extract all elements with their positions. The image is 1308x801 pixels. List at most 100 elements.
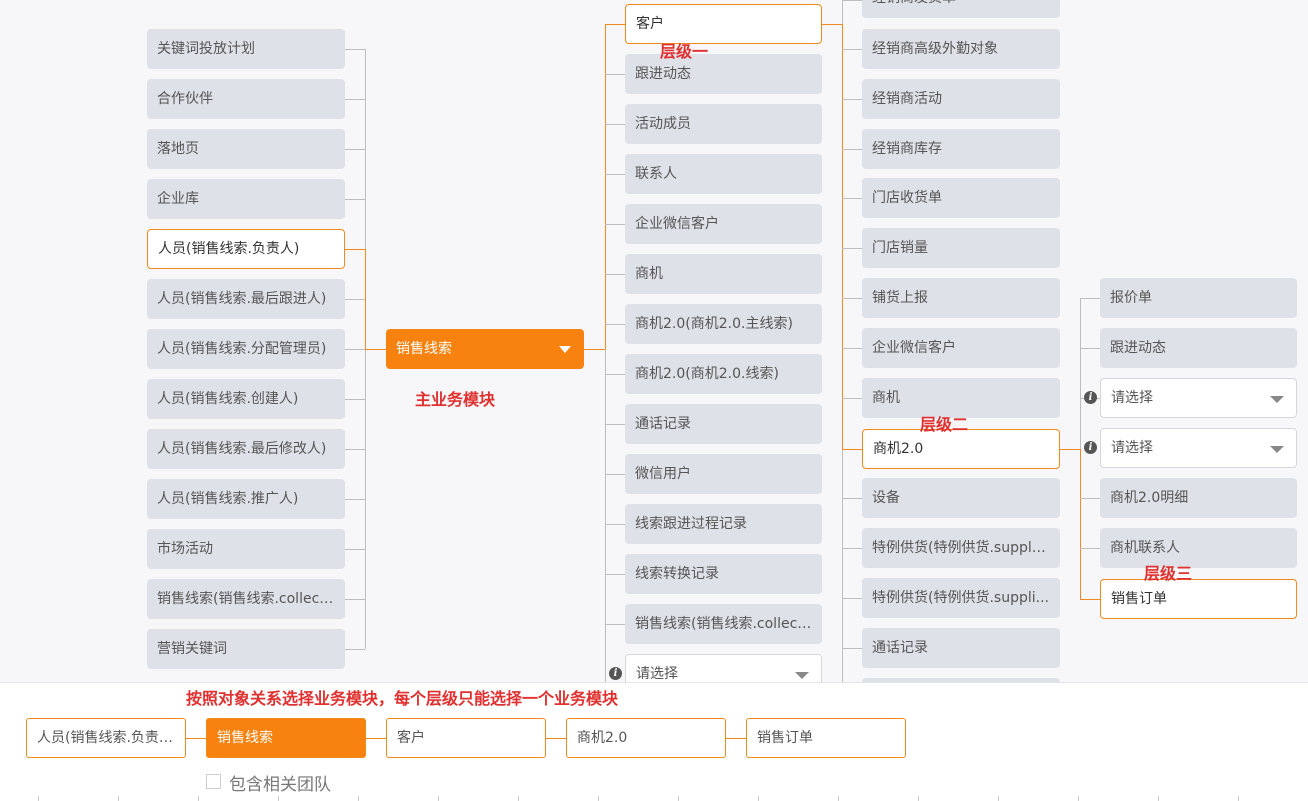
level1-to-level2-connector: [822, 24, 842, 25]
level1-node[interactable]: 联系人: [625, 154, 822, 194]
left-node[interactable]: 人员(销售线索.分配管理员): [147, 329, 345, 369]
left-node[interactable]: 企业库: [147, 179, 345, 219]
annotation-main-module: 主业务模块: [415, 390, 496, 409]
left-node-selected[interactable]: 人员(销售线索.负责人): [147, 229, 345, 269]
level2-node-selected[interactable]: 商机2.0: [862, 429, 1060, 469]
level2-node[interactable]: 经销商高级外勤对象: [862, 29, 1060, 69]
level1-connector: [605, 524, 625, 525]
level1-select[interactable]: 请选择: [625, 654, 822, 682]
caret-down-icon: [559, 346, 571, 353]
left-node[interactable]: 人员(销售线索.最后修改人): [147, 429, 345, 469]
level1-connector: [605, 424, 625, 425]
level1-selected-trunk: [605, 24, 606, 349]
level2-node[interactable]: 经销商活动: [862, 79, 1060, 119]
level3-select[interactable]: 请选择: [1100, 378, 1297, 418]
level1-connector: [605, 74, 625, 75]
level2-connector: [842, 548, 862, 549]
path-chip-active[interactable]: 销售线索: [206, 718, 366, 758]
path-chip[interactable]: 商机2.0: [566, 718, 726, 758]
level1-node-selected[interactable]: 客户: [625, 4, 822, 44]
path-chip[interactable]: 销售订单: [746, 718, 906, 758]
relation-canvas: 关键词投放计划 合作伙伴 落地页 企业库 人员(销售线索.负责人) 人员(销售线…: [0, 0, 1308, 682]
level2-node[interactable]: 企业微信客户: [862, 328, 1060, 368]
level1-node[interactable]: 商机: [625, 254, 822, 294]
main-module-select[interactable]: 销售线索: [386, 329, 584, 369]
level1-node[interactable]: 商机2.0(商机2.0.线索): [625, 354, 822, 394]
level3-select-placeholder: 请选择: [1111, 390, 1153, 406]
selection-path-panel: 按照对象关系选择业务模块，每个层级只能选择一个业务模块 人员(销售线索.负责人)…: [0, 682, 1308, 801]
caret-down-icon: [1270, 396, 1284, 403]
left-node[interactable]: 人员(销售线索.推广人): [147, 479, 345, 519]
left-node[interactable]: 合作伙伴: [147, 79, 345, 119]
left-node[interactable]: 市场活动: [147, 529, 345, 569]
level3-node[interactable]: 跟进动态: [1100, 328, 1297, 368]
path-connector: [366, 738, 386, 739]
main-to-level1-connector: [584, 349, 605, 350]
left-node[interactable]: 落地页: [147, 129, 345, 169]
level2-node[interactable]: 特例供货(特例供货.suppli...: [862, 578, 1060, 618]
level2-connector: [842, 348, 862, 349]
info-icon[interactable]: i: [609, 667, 622, 680]
level1-node[interactable]: 企业微信客户: [625, 204, 822, 244]
level3-select[interactable]: 请选择: [1100, 428, 1297, 468]
level2-to-level3-connector: [1060, 449, 1080, 450]
level2-node[interactable]: 通话记录: [862, 628, 1060, 668]
level2-connector: [842, 598, 862, 599]
level1-node[interactable]: 销售线索(销售线索.collect...: [625, 604, 822, 644]
level2-node[interactable]: 设备: [862, 478, 1060, 518]
annotation-instruction: 按照对象关系选择业务模块，每个层级只能选择一个业务模块: [186, 689, 619, 708]
level3-selected-connector: [1080, 599, 1100, 600]
level2-node[interactable]: 门店销量: [862, 228, 1060, 268]
level2-node[interactable]: 铺货上报: [862, 278, 1060, 318]
left-connector: [345, 49, 365, 50]
level1-node[interactable]: 微信用户: [625, 454, 822, 494]
level1-node[interactable]: 通话记录: [625, 404, 822, 444]
left-connector: [345, 299, 365, 300]
level1-connector: [605, 124, 625, 125]
level1-node[interactable]: 活动成员: [625, 104, 822, 144]
level1-node[interactable]: 线索跟进过程记录: [625, 504, 822, 544]
level3-node[interactable]: 商机联系人: [1100, 528, 1297, 568]
level2-connector: [842, 248, 862, 249]
bottom-ruler: [0, 796, 1308, 801]
path-connector: [546, 738, 566, 739]
level2-connector: [842, 498, 862, 499]
left-node[interactable]: 销售线索(销售线索.collect...: [147, 579, 345, 619]
level3-node[interactable]: 报价单: [1100, 278, 1297, 318]
path-chip[interactable]: 客户: [386, 718, 546, 758]
level2-connector: [842, 49, 862, 50]
info-icon[interactable]: i: [1084, 441, 1097, 454]
level2-node[interactable]: 特例供货(特例供货.supply...: [862, 528, 1060, 568]
level2-node[interactable]: 门店收货单: [862, 178, 1060, 218]
path-chip[interactable]: 人员(销售线索.负责人): [26, 718, 186, 758]
left-connector: [345, 549, 365, 550]
left-node[interactable]: 营销关键词: [147, 629, 345, 669]
level2-connector: [842, 198, 862, 199]
path-connector: [186, 738, 206, 739]
left-connector: [345, 99, 365, 100]
left-node[interactable]: 人员(销售线索.创建人): [147, 379, 345, 419]
level2-node[interactable]: 经销商库存: [862, 129, 1060, 169]
level3-node[interactable]: 商机2.0明细: [1100, 478, 1297, 518]
level2-connector: [842, 298, 862, 299]
info-icon[interactable]: i: [1084, 391, 1097, 404]
left-node[interactable]: 人员(销售线索.最后跟进人): [147, 279, 345, 319]
level1-selected-connector: [605, 24, 625, 25]
level1-node[interactable]: 跟进动态: [625, 54, 822, 94]
level2-connector: [842, 99, 862, 100]
include-team-checkbox[interactable]: [206, 774, 221, 789]
left-connector: [345, 349, 365, 350]
level2-connector: [842, 149, 862, 150]
level1-node[interactable]: 商机2.0(商机2.0.主线索): [625, 304, 822, 344]
left-node[interactable]: 关键词投放计划: [147, 29, 345, 69]
left-connector: [345, 399, 365, 400]
level1-connector: [605, 274, 625, 275]
level1-node[interactable]: 线索转换记录: [625, 554, 822, 594]
level2-selected-connector: [842, 449, 862, 450]
level2-node[interactable]: 经销商发货单: [862, 0, 1060, 18]
include-team-label: 包含相关团队: [229, 775, 331, 795]
level3-node-selected[interactable]: 销售订单: [1100, 579, 1297, 619]
level1-select-placeholder: 请选择: [636, 666, 678, 682]
main-module-label: 销售线索: [396, 341, 452, 357]
left-connector: [345, 199, 365, 200]
